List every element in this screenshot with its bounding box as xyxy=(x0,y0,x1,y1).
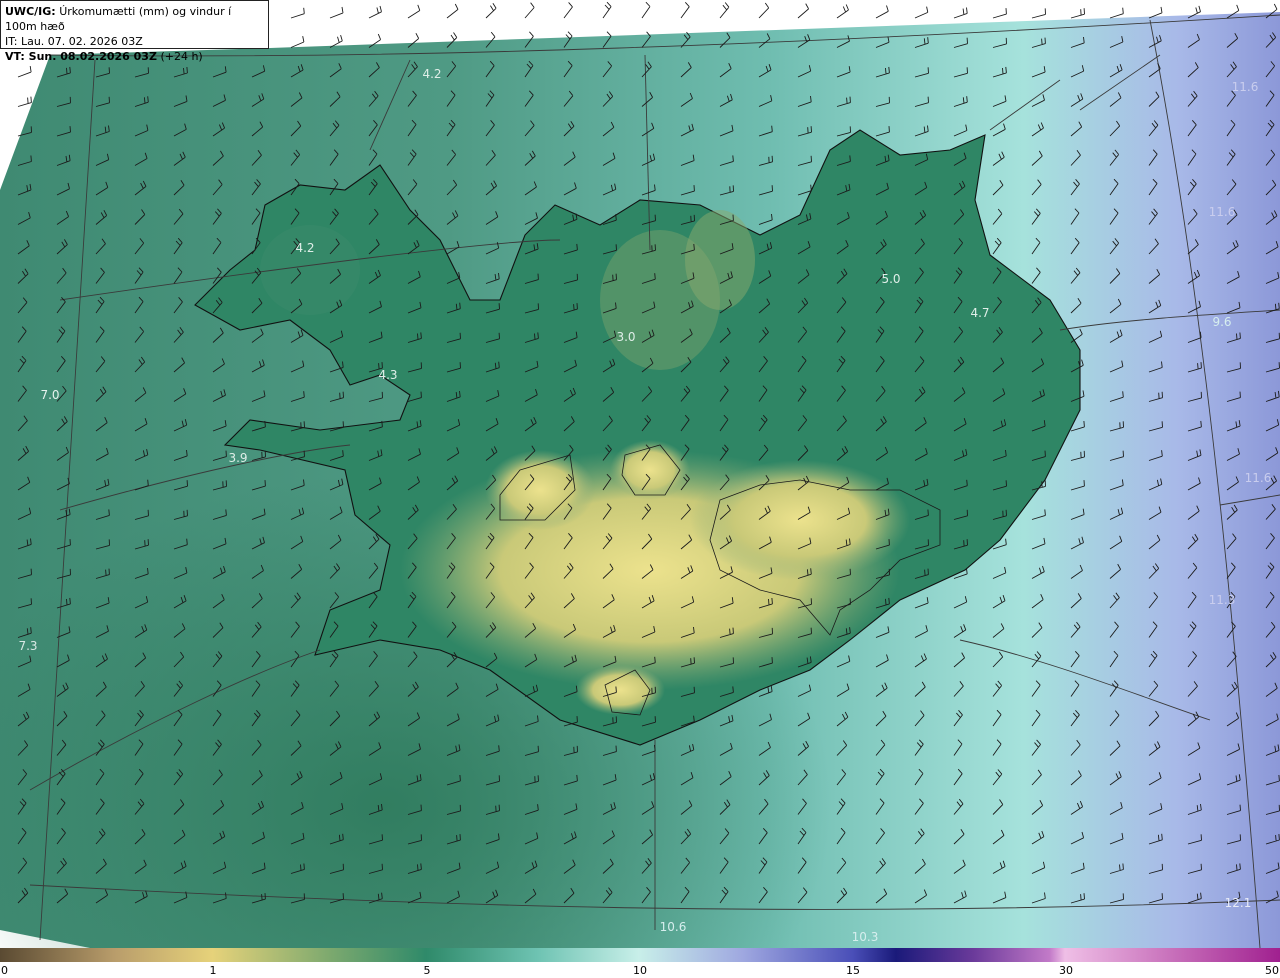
colorbar-tick: 1 xyxy=(209,964,217,977)
map-value-label: 3.0 xyxy=(616,330,635,344)
map-value-label: 11.6 xyxy=(1232,80,1259,94)
map-value-label: 9.6 xyxy=(1212,315,1231,329)
map-value-label: 3.9 xyxy=(228,451,247,465)
map-value-label: 12.1 xyxy=(1225,896,1252,910)
map-value-label: 4.2 xyxy=(295,241,314,255)
colorbar-tick: 0 xyxy=(1,964,8,977)
colorbar-tick: 10 xyxy=(633,964,647,977)
map-value-label: 5.0 xyxy=(881,272,900,286)
map-value-label: 11.3 xyxy=(1209,593,1236,607)
map-value-label: 7.0 xyxy=(40,388,59,402)
colorbar-tick: 50 xyxy=(1265,964,1279,977)
valid-time: VT: Sun. 08.02.2026 03Z xyxy=(5,50,157,63)
colorbar-tick: 15 xyxy=(846,964,860,977)
map-value-label: 4.7 xyxy=(970,306,989,320)
map-value-label: 7.3 xyxy=(18,639,37,653)
colorbar: 0 1 5 10 15 30 50 xyxy=(0,948,1280,978)
map-value-label: 11.6 xyxy=(1245,471,1272,485)
map-value-label: 4.3 xyxy=(378,368,397,382)
precipitable-water-map: 4.2 4.2 4.3 3.9 3.0 5.0 4.7 7.0 7.3 11.6 11.6 9.6 11… xyxy=(0,0,1280,948)
map-value-label: 4.2 xyxy=(422,67,441,81)
map-value-label: 10.3 xyxy=(852,930,879,944)
product-title: UWC/IG: xyxy=(5,5,56,18)
issue-time: IT: Lau. 07. 02. 2026 03Z xyxy=(5,35,143,48)
colorbar-tick: 30 xyxy=(1059,964,1073,977)
map-value-label: 10.6 xyxy=(660,920,687,934)
colorbar-tick: 5 xyxy=(423,964,431,977)
info-box: UWC/IG: Úrkomumætti (mm) og vindur í 100… xyxy=(0,0,269,63)
map-value-label: 11.6 xyxy=(1209,205,1236,219)
colorbar-strip xyxy=(0,948,1280,962)
lead-time: (+24 h) xyxy=(160,50,203,63)
